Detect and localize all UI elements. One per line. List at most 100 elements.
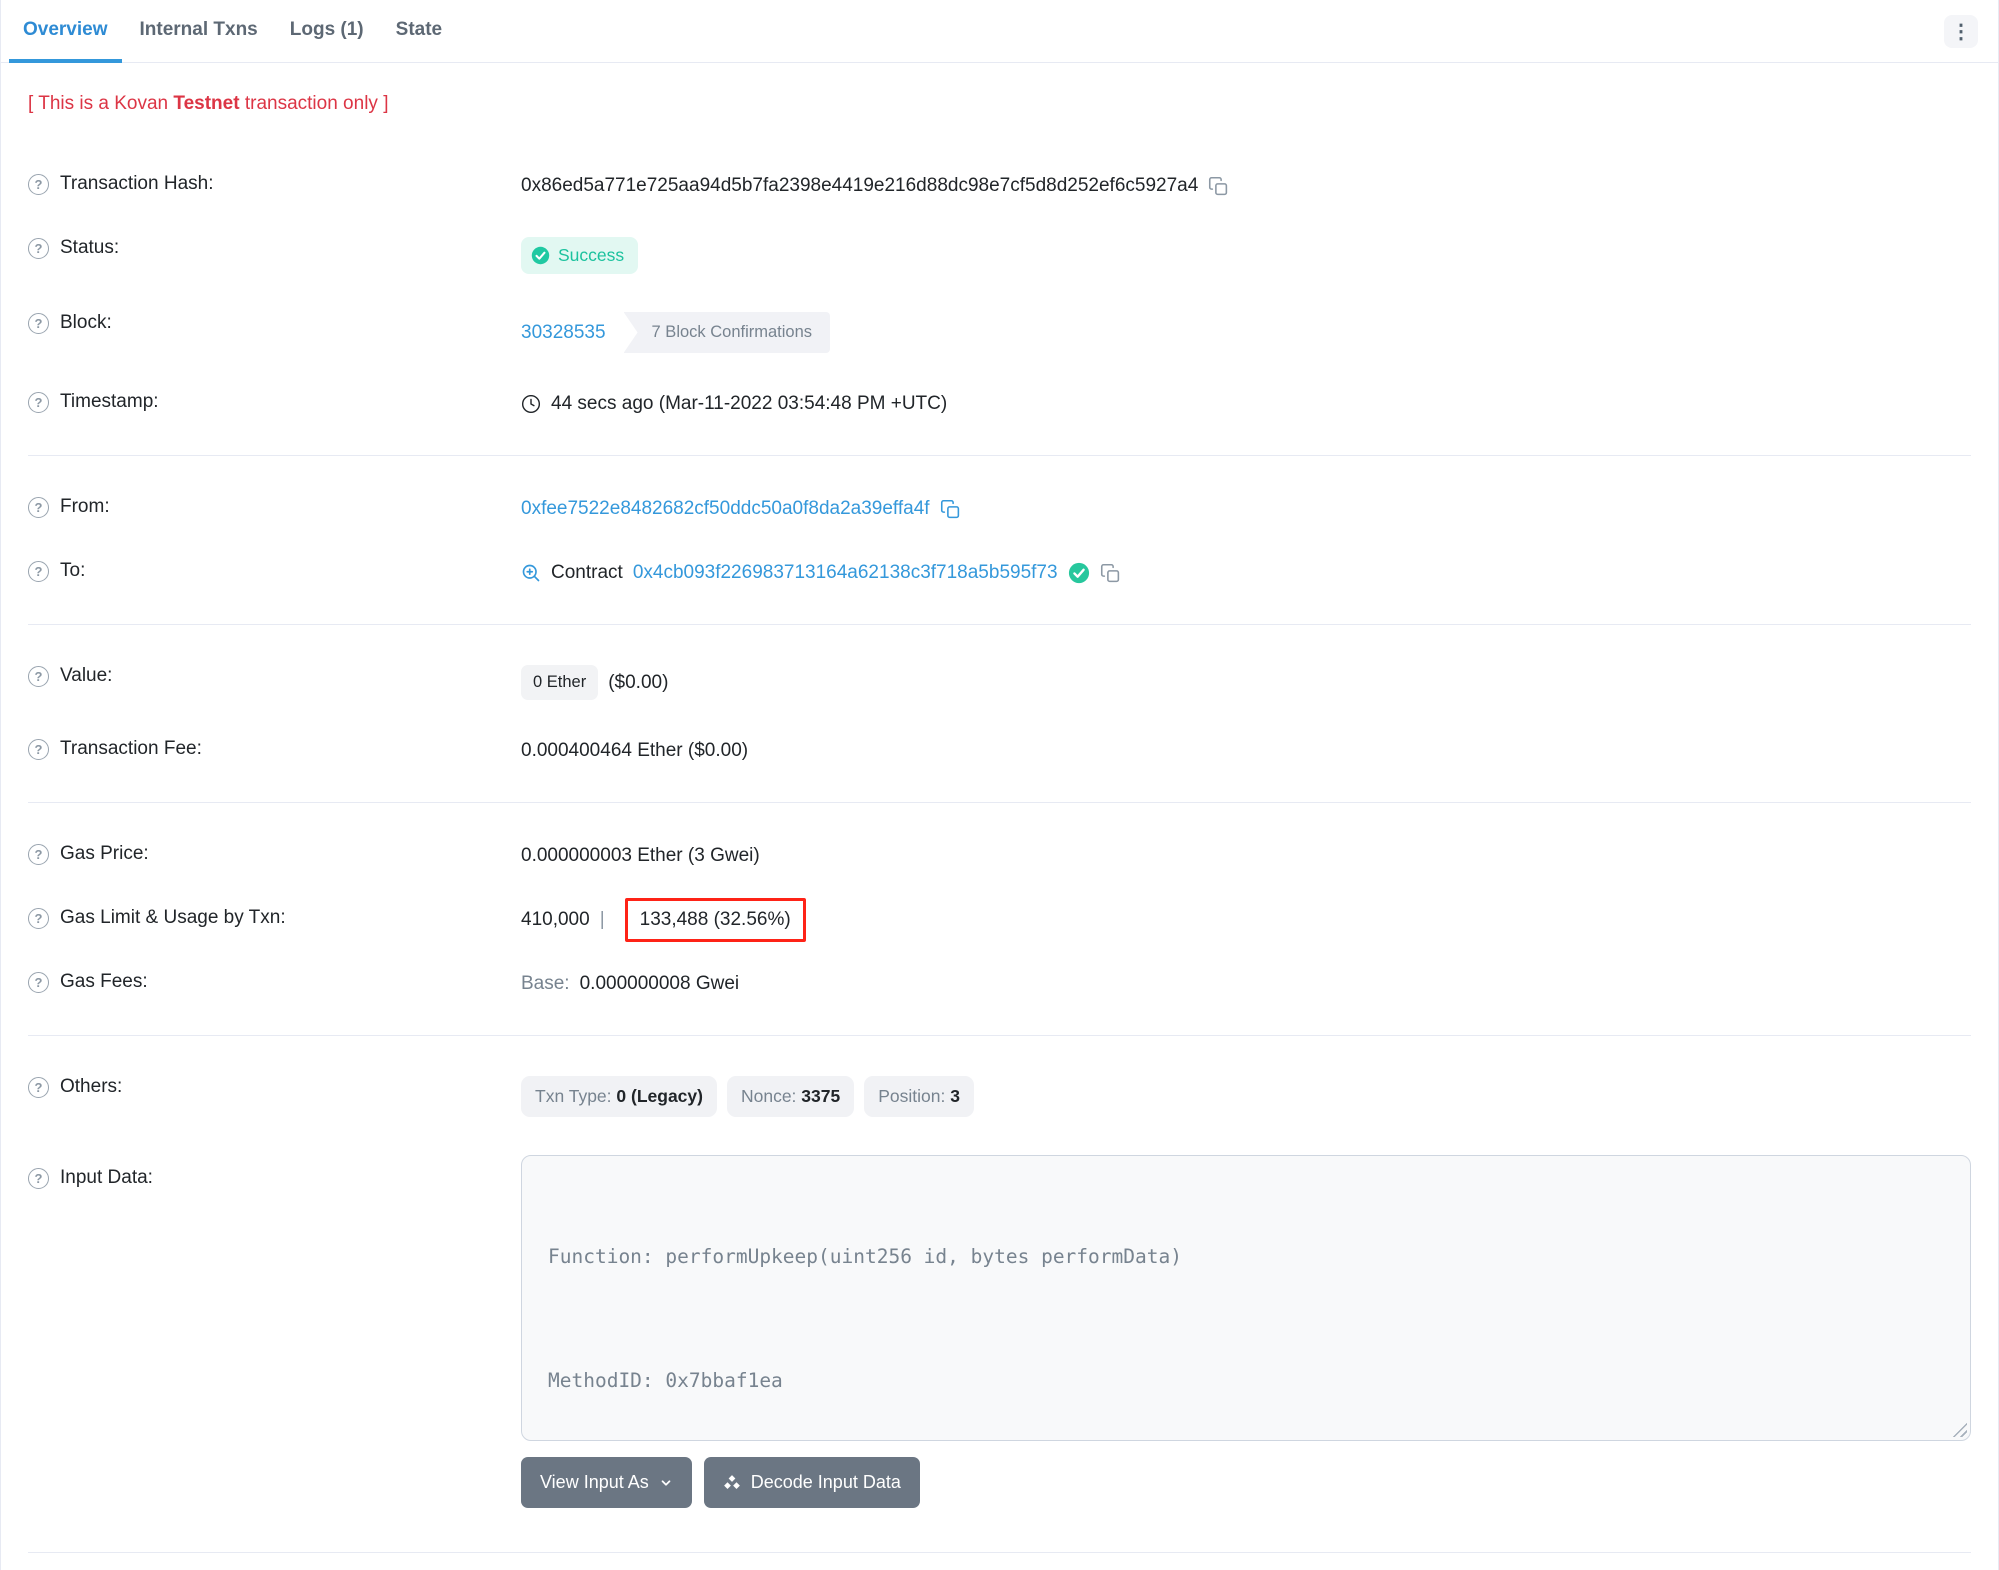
tab-state[interactable]: State	[382, 0, 456, 63]
decode-input-data-button[interactable]: Decode Input Data	[703, 1457, 920, 1508]
help-icon[interactable]: ?	[28, 1076, 49, 1098]
help-icon[interactable]: ?	[28, 738, 49, 760]
timestamp-value: 44 secs ago (Mar-11-2022 03:54:48 PM +UT…	[551, 393, 948, 414]
help-icon[interactable]: ?	[28, 907, 49, 929]
position-badge: Position: 3	[864, 1076, 974, 1117]
section-divider	[28, 802, 1971, 803]
row-value-group: 0.000000003 Ether (3 Gwei)	[521, 843, 1971, 869]
tab-logs[interactable]: Logs (1)	[276, 0, 378, 63]
help-icon[interactable]: ?	[28, 1167, 49, 1189]
view-input-as-button[interactable]: View Input As	[521, 1457, 692, 1508]
row-label: Transaction Hash:	[60, 173, 214, 194]
row-label-group: ? Status:	[28, 237, 521, 259]
row-value-group: 30328535 7 Block Confirmations	[521, 312, 1971, 353]
help-icon[interactable]: ?	[28, 391, 49, 413]
status-text: Success	[558, 245, 625, 265]
row-value-group: 44 secs ago (Mar-11-2022 03:54:48 PM +UT…	[521, 391, 1971, 417]
help-icon[interactable]: ?	[28, 971, 49, 993]
copy-icon[interactable]	[940, 499, 961, 520]
row-label-group: ? Value:	[28, 665, 521, 687]
row-label: Status:	[60, 237, 120, 258]
row-label-group: ? Gas Fees:	[28, 971, 521, 993]
usd-value: ($0.00)	[608, 671, 669, 693]
badge-value: 0 (Legacy)	[616, 1086, 703, 1106]
badge-key: Txn Type:	[535, 1086, 612, 1106]
row-transaction-fee: ? Transaction Fee: 0.000400464 Ether ($0…	[28, 738, 1971, 764]
help-icon[interactable]: ?	[28, 173, 49, 195]
copy-icon[interactable]	[1208, 176, 1229, 197]
annotation-highlight-box: 133,488 (32.56%)	[624, 898, 806, 942]
input-data-actions: View Input As Decode Input Data	[521, 1457, 1971, 1508]
txn-type-badge: Txn Type: 0 (Legacy)	[521, 1076, 717, 1117]
kebab-icon: ⋮	[1951, 20, 1971, 43]
resize-handle[interactable]	[1952, 1422, 1967, 1437]
row-value-group: 410,000 | 133,488 (32.56%)	[521, 898, 1971, 942]
section-divider	[28, 624, 1971, 625]
cubes-icon	[723, 1474, 741, 1492]
row-label-group: ? Timestamp:	[28, 391, 521, 413]
row-transaction-hash: ? Transaction Hash: 0x86ed5a771e725aa94d…	[28, 173, 1971, 199]
gas-usage-value: 133,488 (32.56%)	[639, 909, 791, 930]
tab-internal-txns[interactable]: Internal Txns	[126, 0, 272, 63]
to-address-link[interactable]: 0x4cb093f226983713164a62138c3f718a5b595f…	[633, 562, 1058, 584]
badge-key: Nonce:	[740, 1086, 797, 1106]
row-value-group: Txn Type: 0 (Legacy) Nonce: 3375 Positio…	[521, 1076, 1971, 1117]
row-label-group: ? Gas Price:	[28, 843, 521, 865]
input-data-textarea[interactable]: Function: performUpkeep(uint256 id, byte…	[521, 1155, 1971, 1441]
from-address-link[interactable]: 0xfee7522e8482682cf50ddc50a0f8da2a39effa…	[521, 498, 930, 520]
row-gas-fees: ? Gas Fees: Base: 0.000000008 Gwei	[28, 971, 1971, 997]
ether-value-badge: 0 Ether	[521, 665, 599, 700]
row-label: From:	[60, 496, 110, 517]
status-badge: Success	[521, 237, 639, 274]
gas-price-value: 0.000000003 Ether (3 Gwei)	[521, 845, 760, 866]
row-label-group: ? To:	[28, 560, 521, 582]
zoom-in-icon[interactable]	[521, 563, 541, 583]
button-label: Decode Input Data	[750, 1472, 901, 1492]
row-label-group: ? Transaction Fee:	[28, 738, 521, 760]
tab-label: State	[395, 18, 443, 40]
row-value-group: 0 Ether ($0.00)	[521, 665, 1971, 700]
row-value-group: Function: performUpkeep(uint256 id, byte…	[521, 1155, 1971, 1441]
kebab-menu-button[interactable]: ⋮	[1944, 15, 1978, 48]
row-label: Gas Limit & Usage by Txn:	[60, 907, 286, 928]
warning-text: [ This is a Kovan	[28, 93, 174, 114]
warning-text: transaction only ]	[239, 93, 389, 114]
gas-limit-value: 410,000	[521, 909, 590, 930]
block-number-link[interactable]: 30328535	[521, 322, 606, 344]
row-label: To:	[60, 560, 86, 581]
clock-icon	[521, 394, 541, 414]
input-function-line: Function: performUpkeep(uint256 id, byte…	[548, 1245, 1182, 1268]
block-confirmations-badge: 7 Block Confirmations	[623, 312, 831, 353]
help-icon[interactable]: ?	[28, 237, 49, 259]
row-label-group: ? Gas Limit & Usage by Txn:	[28, 907, 521, 929]
verified-check-icon	[1068, 562, 1090, 584]
transaction-overview-card: Overview Internal Txns Logs (1) State ⋮ …	[0, 0, 1999, 1570]
badge-value: 3375	[801, 1086, 841, 1106]
row-label-group: ? Input Data:	[28, 1167, 521, 1189]
help-icon[interactable]: ?	[28, 312, 49, 334]
help-icon[interactable]: ?	[28, 496, 49, 518]
row-label: Block:	[60, 312, 112, 333]
tab-overview[interactable]: Overview	[9, 0, 122, 63]
row-label: Others:	[60, 1076, 123, 1097]
tab-label: Logs (1)	[289, 18, 364, 40]
row-label-group: ? Others:	[28, 1076, 521, 1098]
overview-panel: [ This is a Kovan Testnet transaction on…	[1, 63, 1998, 1570]
help-icon[interactable]: ?	[28, 560, 49, 582]
help-icon[interactable]: ?	[28, 665, 49, 687]
section-divider	[28, 1035, 1971, 1036]
tab-label: Overview	[23, 18, 108, 40]
row-value-group: 0xfee7522e8482682cf50ddc50a0f8da2a39effa…	[521, 496, 1971, 522]
row-input-data: ? Input Data: Function: performUpkeep(ui…	[28, 1155, 1971, 1441]
badge-value: 3	[950, 1086, 960, 1106]
section-divider	[28, 455, 1971, 456]
copy-icon[interactable]	[1100, 563, 1121, 584]
bottom-divider	[28, 1552, 1971, 1570]
help-icon[interactable]: ?	[28, 843, 49, 865]
tab-label: Internal Txns	[139, 18, 258, 40]
base-fee-value: 0.000000008 Gwei	[579, 973, 740, 994]
row-value-group: 0x86ed5a771e725aa94d5b7fa2398e4419e216d8…	[521, 173, 1971, 199]
row-label: Timestamp:	[60, 391, 159, 412]
row-block: ? Block: 30328535 7 Block Confirmations	[28, 312, 1971, 353]
tab-bar: Overview Internal Txns Logs (1) State ⋮	[1, 0, 1998, 63]
